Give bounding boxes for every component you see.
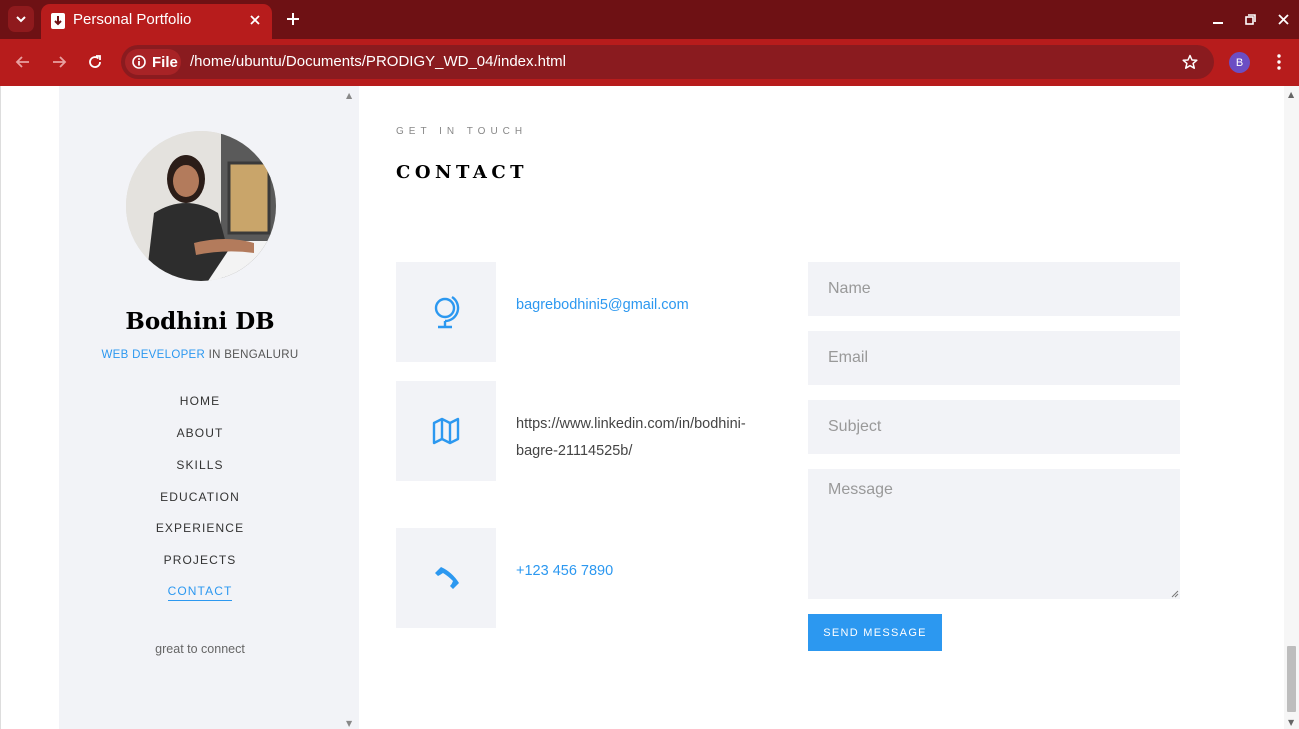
send-message-button[interactable]: SEND MESSAGE — [808, 614, 942, 651]
scroll-thumb[interactable] — [1287, 646, 1296, 712]
chevron-down-icon — [16, 16, 26, 23]
scroll-up-icon[interactable]: ▲ — [1288, 90, 1294, 99]
info-icon — [132, 55, 146, 69]
close-window-button[interactable] — [1274, 10, 1292, 28]
role-title[interactable]: WEB DEVELOPER — [102, 349, 206, 361]
resize-grip-icon[interactable] — [1171, 590, 1179, 598]
arrow-right-icon — [53, 56, 67, 68]
role-location: IN BENGALURU — [205, 349, 299, 361]
sidebar-tagline: great to connect — [155, 642, 245, 656]
contact-section: GET IN TOUCH CONTACT bagrebodhini5@gmail… — [359, 86, 1284, 729]
back-button[interactable] — [12, 51, 34, 73]
message-textarea[interactable]: Message — [808, 469, 1180, 599]
arrow-left-icon — [15, 56, 29, 68]
bookmark-star-button[interactable] — [1180, 52, 1200, 72]
nav-label: EXPERIENCE — [155, 521, 245, 535]
nav-label: PROJECTS — [163, 553, 237, 567]
site-info-chip[interactable]: File — [125, 49, 181, 75]
reload-button[interactable] — [84, 51, 106, 73]
message-placeholder: Message — [828, 481, 893, 498]
maximize-button[interactable] — [1241, 10, 1259, 28]
page-scrollbar[interactable]: ▲ ▼ — [1284, 86, 1299, 729]
close-tab-icon[interactable] — [247, 12, 263, 28]
file-icon — [51, 13, 65, 29]
minimize-button[interactable] — [1209, 10, 1227, 28]
restore-icon — [1244, 13, 1256, 25]
address-bar[interactable]: File /home/ubuntu/Documents/PRODIGY_WD_0… — [121, 45, 1214, 79]
forward-button[interactable] — [48, 51, 70, 73]
nav-item-skills[interactable]: SKILLS — [59, 458, 341, 474]
reload-icon — [89, 55, 101, 68]
tab-personal-portfolio[interactable]: Personal Portfolio — [41, 4, 272, 39]
close-icon — [1277, 13, 1289, 25]
contact-linkedin-link[interactable]: https://www.linkedin.com/in/bodhini-bagr… — [516, 411, 786, 465]
new-tab-button[interactable] — [283, 9, 303, 29]
profile-avatar-button[interactable]: B — [1229, 52, 1250, 73]
nav-item-about[interactable]: ABOUT — [59, 426, 341, 442]
more-vertical-icon — [1277, 54, 1281, 70]
email-icon-box — [396, 262, 496, 362]
tab-search-button[interactable] — [8, 6, 34, 32]
subject-input[interactable]: Subject — [808, 400, 1180, 454]
email-input[interactable]: Email — [808, 331, 1180, 385]
page-edge — [0, 86, 1, 729]
section-heading: CONTACT — [396, 162, 529, 183]
minimize-icon — [1213, 22, 1223, 24]
url-text[interactable]: /home/ubuntu/Documents/PRODIGY_WD_04/ind… — [190, 53, 566, 70]
sidebar-scroll-up-icon[interactable]: ▲ — [346, 91, 352, 100]
profile-role: WEB DEVELOPER IN BENGALURU — [59, 349, 341, 361]
tab-title: Personal Portfolio — [73, 11, 192, 28]
nav-item-home[interactable]: HOME — [59, 394, 341, 410]
nav-label: SKILLS — [176, 458, 224, 472]
star-icon — [1182, 54, 1198, 69]
profile-name: Bodhini DB — [125, 308, 275, 335]
plus-icon — [287, 13, 299, 25]
site-info-label: File — [152, 53, 178, 71]
nav-label: CONTACT — [167, 584, 233, 601]
browser-toolbar: File /home/ubuntu/Documents/PRODIGY_WD_0… — [0, 39, 1299, 86]
nav-label: ABOUT — [176, 426, 224, 440]
profile-photo — [126, 131, 276, 281]
nav-item-education[interactable]: EDUCATION — [59, 490, 341, 506]
page-viewport: ▲ ▼ Bodhini DB WEB DEVELOPER IN BENGALUR… — [0, 86, 1299, 729]
contact-email-link[interactable]: bagrebodhini5@gmail.com — [516, 292, 689, 319]
map-icon — [432, 417, 460, 445]
sidebar-scroll-down-icon[interactable]: ▼ — [346, 719, 352, 728]
contact-phone-link[interactable]: +123 456 7890 — [516, 558, 613, 585]
nav-item-projects[interactable]: PROJECTS — [59, 553, 341, 569]
section-eyebrow: GET IN TOUCH — [396, 126, 528, 137]
phone-icon — [435, 567, 459, 589]
nav-item-contact[interactable]: CONTACT — [59, 584, 341, 601]
scroll-down-icon[interactable]: ▼ — [1288, 718, 1294, 727]
globe-icon — [434, 295, 460, 329]
browser-menu-button[interactable] — [1270, 51, 1288, 73]
linkedin-icon-box — [396, 381, 496, 481]
name-input[interactable]: Name — [808, 262, 1180, 316]
phone-icon-box — [396, 528, 496, 628]
nav-label: HOME — [179, 394, 221, 408]
nav-item-experience[interactable]: EXPERIENCE — [59, 521, 341, 537]
nav-label: EDUCATION — [160, 490, 240, 504]
tab-strip: Personal Portfolio — [0, 0, 1299, 39]
sidebar: ▲ ▼ Bodhini DB WEB DEVELOPER IN BENGALUR… — [59, 86, 359, 729]
